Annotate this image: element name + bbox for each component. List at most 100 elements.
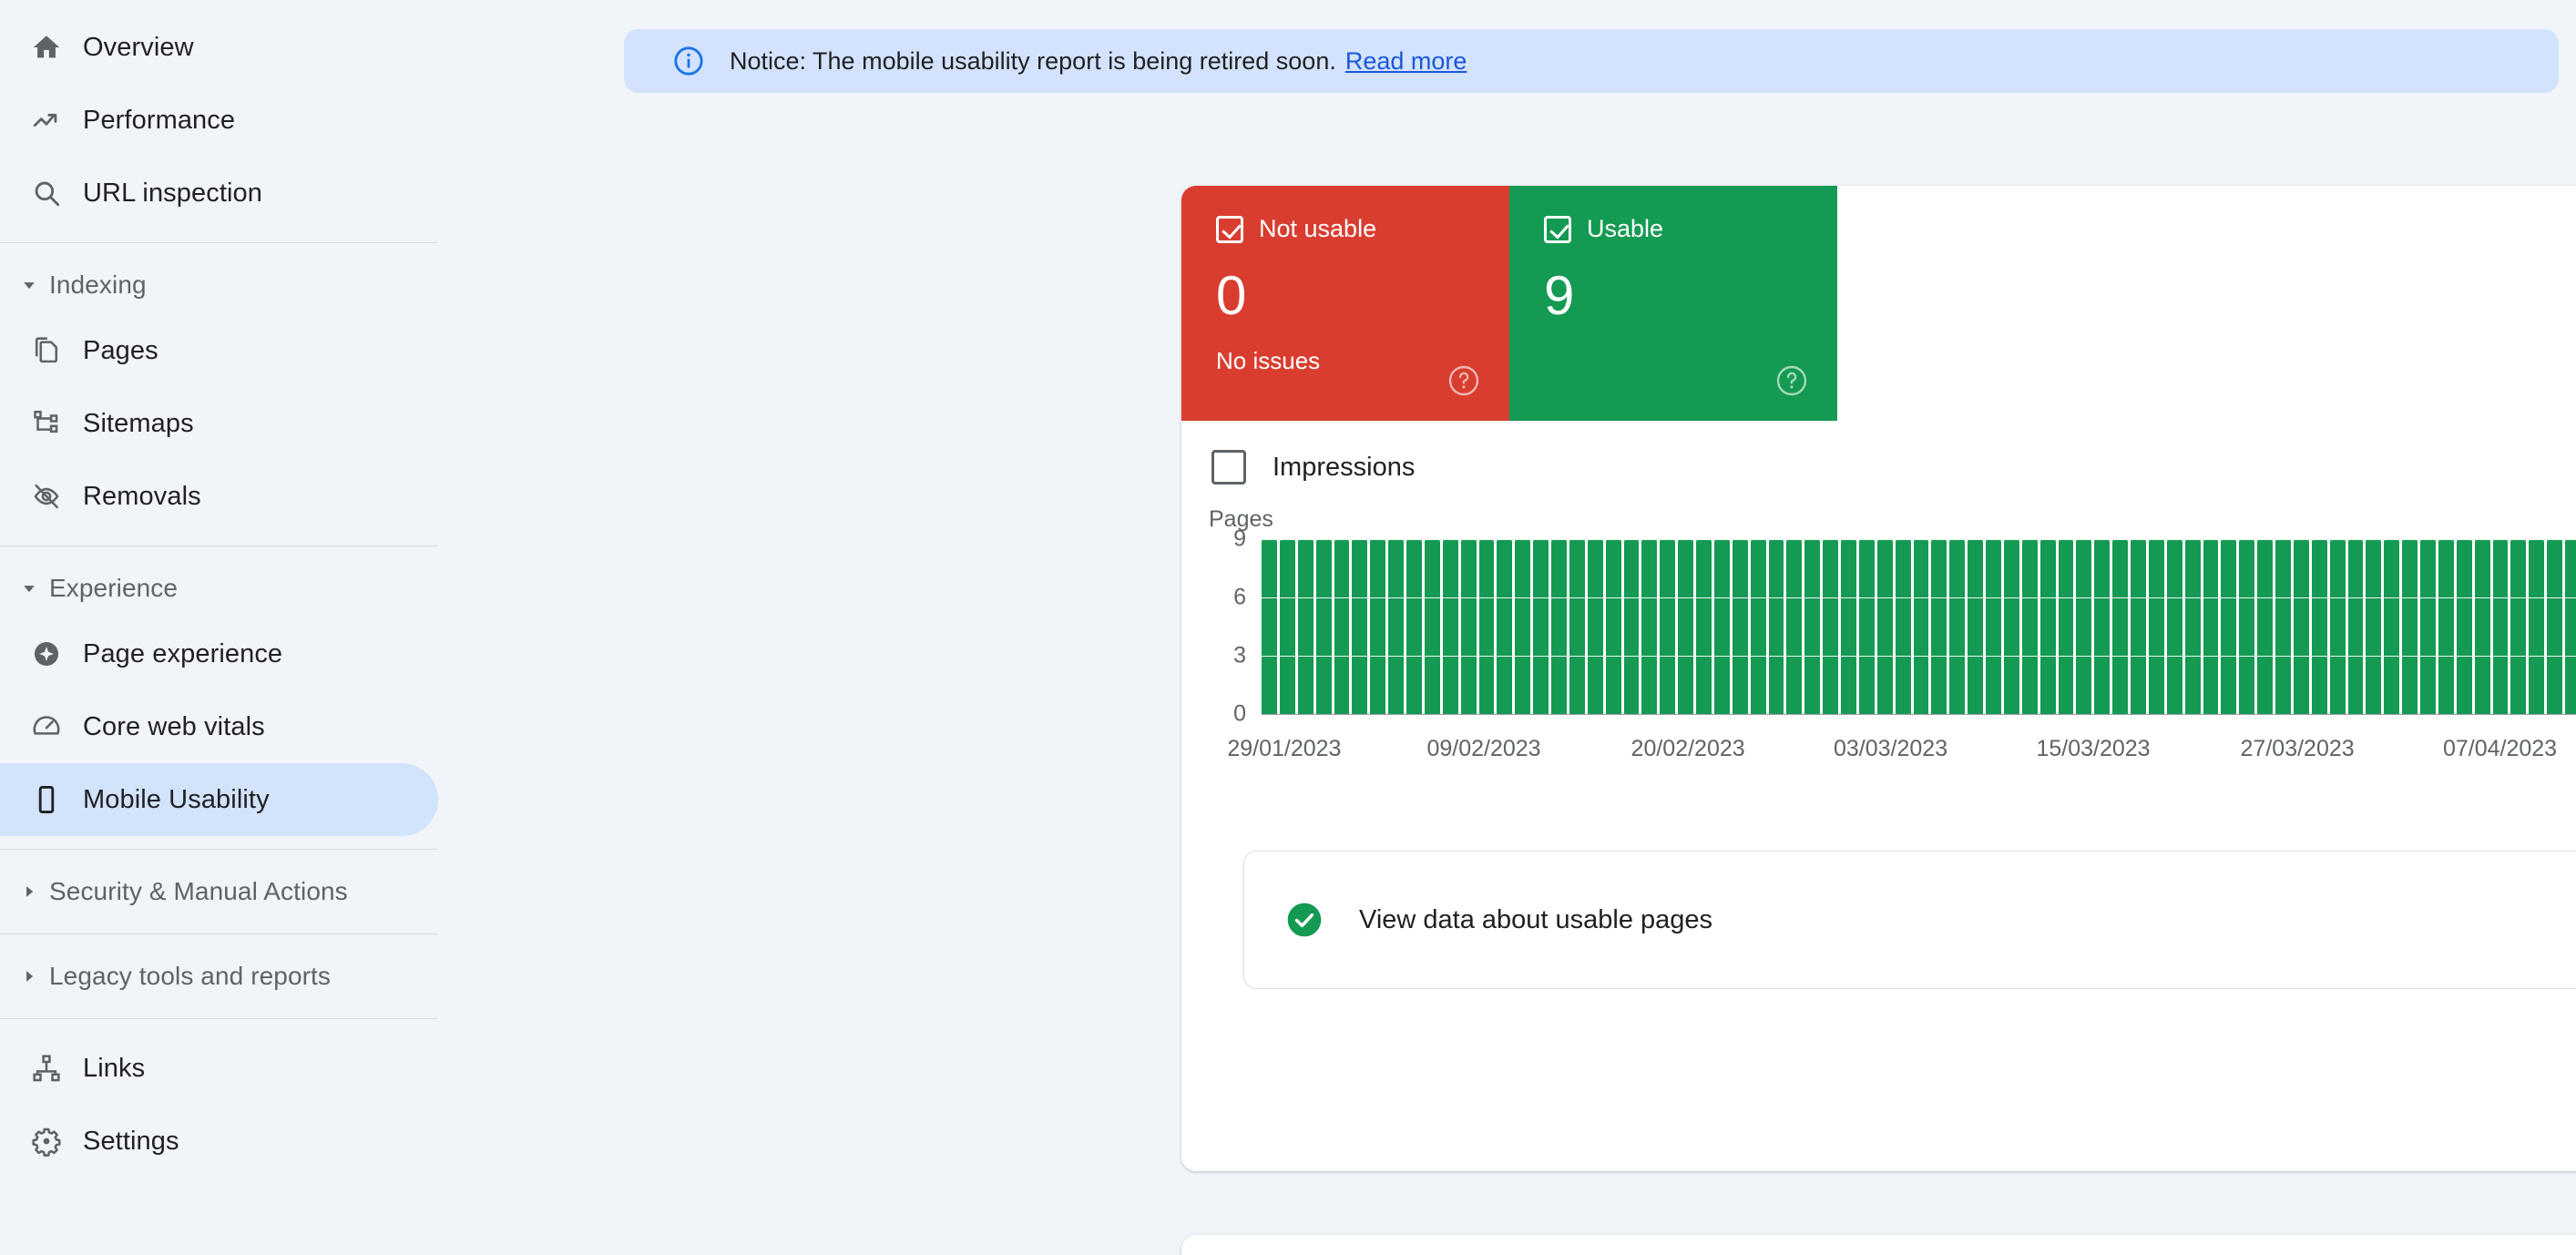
sidebar-item-links[interactable]: Links <box>0 1032 438 1105</box>
chart-bar[interactable] <box>2366 539 2382 714</box>
chart-bar[interactable] <box>1406 539 1422 714</box>
search-icon <box>20 178 73 209</box>
chart-bar[interactable] <box>2184 539 2201 714</box>
sidebar-item-settings[interactable]: Settings <box>0 1105 438 1178</box>
chart-bar[interactable] <box>2347 539 2364 714</box>
chart-bar[interactable] <box>1931 539 1947 714</box>
chart-bar[interactable] <box>2148 539 2164 714</box>
chart-bar[interactable] <box>1732 539 1748 714</box>
chart-bar[interactable] <box>2021 539 2038 714</box>
chart-bar[interactable] <box>1968 539 1983 714</box>
chart-bar[interactable] <box>2565 539 2576 714</box>
chart-bar[interactable] <box>1696 539 1712 714</box>
chart-bar[interactable] <box>2076 539 2092 714</box>
chart-bar[interactable] <box>1641 539 1658 714</box>
chart-bar[interactable] <box>1297 539 1314 714</box>
view-data-about-usable-pages-row[interactable]: View data about usable pages <box>1243 851 2576 989</box>
chart-bar[interactable] <box>1497 539 1513 714</box>
chart-bar[interactable] <box>2239 539 2255 714</box>
chart-bar[interactable] <box>2058 539 2074 714</box>
sidebar-item-page-experience[interactable]: Page experience <box>0 617 438 690</box>
chart-bar[interactable] <box>2492 539 2509 714</box>
chart-bar[interactable] <box>1515 539 1531 714</box>
chart-bar[interactable] <box>1334 539 1350 714</box>
read-more-link[interactable]: Read more <box>1345 47 1467 76</box>
chart-bar[interactable] <box>2438 539 2454 714</box>
checkbox-checked-icon[interactable] <box>1216 215 1243 243</box>
sidebar-group-legacy-tools-and-reports[interactable]: Legacy tools and reports <box>0 947 438 1005</box>
chart-bar[interactable] <box>1786 539 1803 714</box>
chart-bar[interactable] <box>2094 539 2111 714</box>
chart-bar[interactable] <box>1804 539 1821 714</box>
chart-bar[interactable] <box>2166 539 2182 714</box>
chart-bar[interactable] <box>1279 539 1295 714</box>
chart-bar[interactable] <box>1986 539 2001 714</box>
chart-bar[interactable] <box>2329 539 2346 714</box>
chart-bar[interactable] <box>1678 539 1693 714</box>
sidebar-group-indexing[interactable]: Indexing <box>0 256 438 314</box>
status-card-not-usable[interactable]: Not usable 0 No issues <box>1181 186 1509 421</box>
chart-bar[interactable] <box>1949 539 1966 714</box>
chart-bar[interactable] <box>2039 539 2056 714</box>
chart-bar[interactable] <box>2384 539 2400 714</box>
chart-bar[interactable] <box>2221 539 2237 714</box>
chart-bar[interactable] <box>2402 539 2418 714</box>
chart-bar[interactable] <box>2420 539 2436 714</box>
sidebar-item-performance[interactable]: Performance <box>0 84 438 157</box>
status-card-usable[interactable]: Usable 9 <box>1509 186 1837 421</box>
chart-bar[interactable] <box>1424 539 1440 714</box>
chart-bar[interactable] <box>2257 539 2273 714</box>
chart-bar[interactable] <box>2275 539 2291 714</box>
sidebar-item-pages[interactable]: Pages <box>0 314 438 387</box>
chart-bar[interactable] <box>1551 539 1567 714</box>
impressions-toggle[interactable]: Impressions <box>1211 450 1415 485</box>
chart-bar[interactable] <box>1315 539 1332 714</box>
checkbox-unchecked-icon[interactable] <box>1211 450 1246 485</box>
chart-bar[interactable] <box>1895 539 1911 714</box>
chart-bar[interactable] <box>1587 539 1603 714</box>
sidebar-group-experience[interactable]: Experience <box>0 559 438 617</box>
sidebar-group-security-manual-actions[interactable]: Security & Manual Actions <box>0 862 438 921</box>
sidebar-item-overview[interactable]: Overview <box>0 11 438 84</box>
chart-bar[interactable] <box>1841 539 1856 714</box>
chart-bar[interactable] <box>1569 539 1585 714</box>
chart-bar[interactable] <box>2131 539 2146 714</box>
chart-bar[interactable] <box>2203 539 2219 714</box>
chart-bar[interactable] <box>1388 539 1404 714</box>
chart-bar[interactable] <box>2510 539 2527 714</box>
chart-bar[interactable] <box>2311 539 2327 714</box>
sidebar-item-core-web-vitals[interactable]: Core web vitals <box>0 690 438 763</box>
chart-bar[interactable] <box>1533 539 1549 714</box>
chart-bar[interactable] <box>1460 539 1477 714</box>
chart-bar[interactable] <box>1352 539 1368 714</box>
chart-bar[interactable] <box>2003 539 2019 714</box>
chart-bar[interactable] <box>1660 539 1676 714</box>
chart-bar[interactable] <box>2112 539 2128 714</box>
chart-bar[interactable] <box>1442 539 1458 714</box>
sidebar-item-mobile-usability[interactable]: Mobile Usability <box>0 763 438 836</box>
chart-bar[interactable] <box>1370 539 1386 714</box>
chart-bar[interactable] <box>1823 539 1838 714</box>
chart-bar[interactable] <box>2293 539 2309 714</box>
sidebar-item-url-inspection[interactable]: URL inspection <box>0 157 438 230</box>
chart-bar[interactable] <box>1605 539 1621 714</box>
chart-bar[interactable] <box>2456 539 2472 714</box>
chart-bar[interactable] <box>2547 539 2562 714</box>
chart-bar[interactable] <box>1913 539 1929 714</box>
sidebar-item-sitemaps[interactable]: Sitemaps <box>0 387 438 460</box>
chart-bar[interactable] <box>1623 539 1640 714</box>
chart-bar[interactable] <box>1876 539 1893 714</box>
chart-bar[interactable] <box>1713 539 1730 714</box>
chart-bar[interactable] <box>2474 539 2490 714</box>
chart-bar[interactable] <box>1768 539 1784 714</box>
chart-bar[interactable] <box>2529 539 2545 714</box>
chart-bar[interactable] <box>1262 539 1277 714</box>
checkbox-checked-icon[interactable] <box>1544 215 1571 243</box>
chart-bar[interactable] <box>1750 539 1766 714</box>
chart-bar[interactable] <box>1478 539 1495 714</box>
sidebar-item-removals[interactable]: Removals <box>0 460 438 533</box>
trending-up-icon <box>20 105 73 136</box>
help-circle-icon[interactable] <box>1775 364 1808 397</box>
chart-bar[interactable] <box>1858 539 1875 714</box>
help-circle-icon[interactable] <box>1447 364 1480 397</box>
